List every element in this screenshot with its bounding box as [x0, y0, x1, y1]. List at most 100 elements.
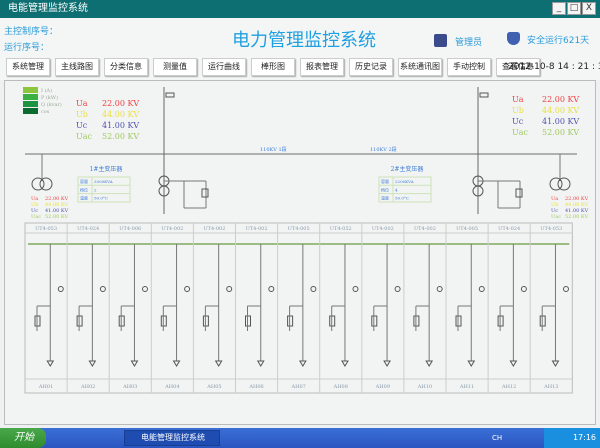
- app-title: 电力管理监控系统: [232, 30, 376, 51]
- start-button[interactable]: 开始: [0, 428, 46, 448]
- lamp-icon: [478, 286, 485, 292]
- column-header: UT4-005: [456, 226, 478, 232]
- master-seq-label: 主控制序号：: [4, 27, 59, 37]
- close-button[interactable]: X: [582, 2, 596, 15]
- breaker-icon: [479, 92, 489, 98]
- language-indicator[interactable]: CH: [492, 428, 502, 448]
- ground-icon: [509, 360, 518, 367]
- cabinet-label: AH12: [501, 384, 516, 390]
- cabinet-label: AH04: [164, 384, 179, 390]
- lamp-icon: [226, 286, 233, 292]
- ground-icon: [88, 360, 97, 367]
- toolbar: 系统管理 主线路图 分类信息 测量值 运行曲线 棒形图 报表管理 历史记录 系统通讯图 手动控制查…: [6, 58, 540, 76]
- feeder-table: [24, 222, 573, 394]
- info-label: 档位: [381, 186, 389, 192]
- taskbar: 开始 电能管理监控系统 CH 17:16: [0, 428, 600, 448]
- lamp-icon: [184, 286, 191, 292]
- transformer-title: 1#主变压器: [90, 165, 123, 173]
- ground-icon: [341, 360, 349, 367]
- column-header: UT4-005: [288, 226, 310, 232]
- maximize-button[interactable]: □: [567, 2, 581, 15]
- lamp-icon: [394, 286, 401, 292]
- single-line-diagram: I (A) P (kW) Q (kvar) cos Ua 22.00 KV Ua 22.00 …: [4, 80, 596, 425]
- legend-swatch: [23, 87, 38, 93]
- cabinet-label: AH09: [375, 384, 390, 390]
- ground-icon: [256, 360, 265, 367]
- meter-icon: [201, 188, 209, 198]
- cabinet-label: AH01: [38, 384, 53, 390]
- ground-icon: [467, 360, 476, 367]
- lamp-icon: [99, 286, 106, 292]
- info-value: 2200KVA: [395, 179, 414, 184]
- column-header: UT4-052: [330, 226, 352, 232]
- toolbar-button[interactable]: 报表管理: [300, 58, 344, 76]
- voltage-value: 22.00 KV: [102, 99, 139, 108]
- toolbar-button[interactable]: 历史记录: [349, 58, 393, 76]
- info-value: 4: [395, 187, 398, 192]
- breaker-icon: [165, 92, 175, 98]
- toolbar-button[interactable]: 手动控制: [447, 58, 491, 76]
- shield-icon: [507, 32, 520, 45]
- lamp-icon: [562, 286, 569, 292]
- voltage-name: Uc: [76, 121, 88, 130]
- lamp-icon: [57, 286, 64, 292]
- transformer-icon: [39, 177, 53, 191]
- info-value: 50.0°C: [395, 196, 409, 201]
- info-value: 3300KVA: [94, 179, 113, 184]
- voltage-value: 52.00 KV: [542, 128, 579, 137]
- column-header: UT4-002: [372, 226, 394, 232]
- voltage-name: Uac: [512, 128, 529, 137]
- cabinet-label: AH05: [206, 384, 221, 390]
- voltage-name: Uac: [551, 214, 561, 220]
- info-label: 温度: [80, 195, 88, 201]
- lamp-icon: [141, 286, 148, 292]
- user-name[interactable]: 管理员: [455, 35, 482, 48]
- cabinet-label: AH10: [417, 384, 432, 390]
- lamp-icon: [520, 286, 527, 292]
- cabinet-label: AH13: [543, 384, 558, 390]
- info-label: 容量: [381, 178, 389, 184]
- lamp-icon: [268, 286, 275, 292]
- user-icon: [434, 34, 447, 47]
- toolbar-button[interactable]: 系统通讯图: [398, 58, 442, 76]
- ground-icon: [383, 360, 391, 367]
- voltage-name: Uac: [31, 214, 41, 220]
- voltage-name: Ub: [512, 106, 524, 115]
- window-title: 电能管理监控系统: [8, 3, 88, 14]
- minimize-button[interactable]: _: [552, 2, 566, 15]
- lamp-icon: [352, 286, 359, 292]
- system-tray: 17:16: [544, 428, 600, 448]
- legend-label: I (A): [41, 87, 52, 94]
- diagram-canvas: I (A)P (kW)Q (kvar)cos Ua 22.00 KV Ua 22.00 …: [23, 87, 589, 394]
- info-value: 2: [94, 187, 97, 192]
- info-label: 档位: [80, 186, 88, 192]
- toolbar-button[interactable]: 系统管理: [6, 58, 50, 76]
- ground-icon: [551, 360, 560, 367]
- toolbar-button[interactable]: 测量值: [153, 58, 197, 76]
- ground-icon: [298, 360, 307, 367]
- lamp-icon: [310, 286, 317, 292]
- info-label: 容量: [80, 178, 88, 184]
- lamp-icon: [436, 286, 443, 292]
- voltage-value: 41.00 KV: [542, 117, 579, 126]
- legend-label: P (kW): [41, 94, 58, 101]
- bus-label: 110KV 1段: [260, 146, 287, 153]
- column-header: UT4-024: [498, 226, 520, 232]
- column-header: UT4-006: [119, 226, 141, 232]
- toolbar-button[interactable]: 运行曲线: [202, 58, 246, 76]
- toolbar-button[interactable]: 分类信息: [104, 58, 148, 76]
- voltage-value: 22.00 KV: [542, 95, 579, 104]
- transformer-title: 2#主变压器: [391, 165, 424, 173]
- cabinet-label: AH02: [80, 384, 95, 390]
- voltage-value: 52.00 KV: [102, 132, 139, 141]
- taskbar-app-button[interactable]: 电能管理监控系统: [124, 430, 220, 446]
- legend-swatch: [23, 94, 38, 100]
- voltage-value: 44.00 KV: [542, 106, 579, 115]
- toolbar-button[interactable]: 主线路图: [55, 58, 99, 76]
- voltage-value: 44.00 KV: [102, 110, 139, 119]
- tray-clock: 17:16: [572, 433, 596, 442]
- safe-run-days: 安全运行621天: [527, 36, 590, 46]
- voltage-name: Ua: [76, 99, 88, 108]
- ground-icon: [46, 360, 55, 367]
- toolbar-button[interactable]: 棒形图: [251, 58, 295, 76]
